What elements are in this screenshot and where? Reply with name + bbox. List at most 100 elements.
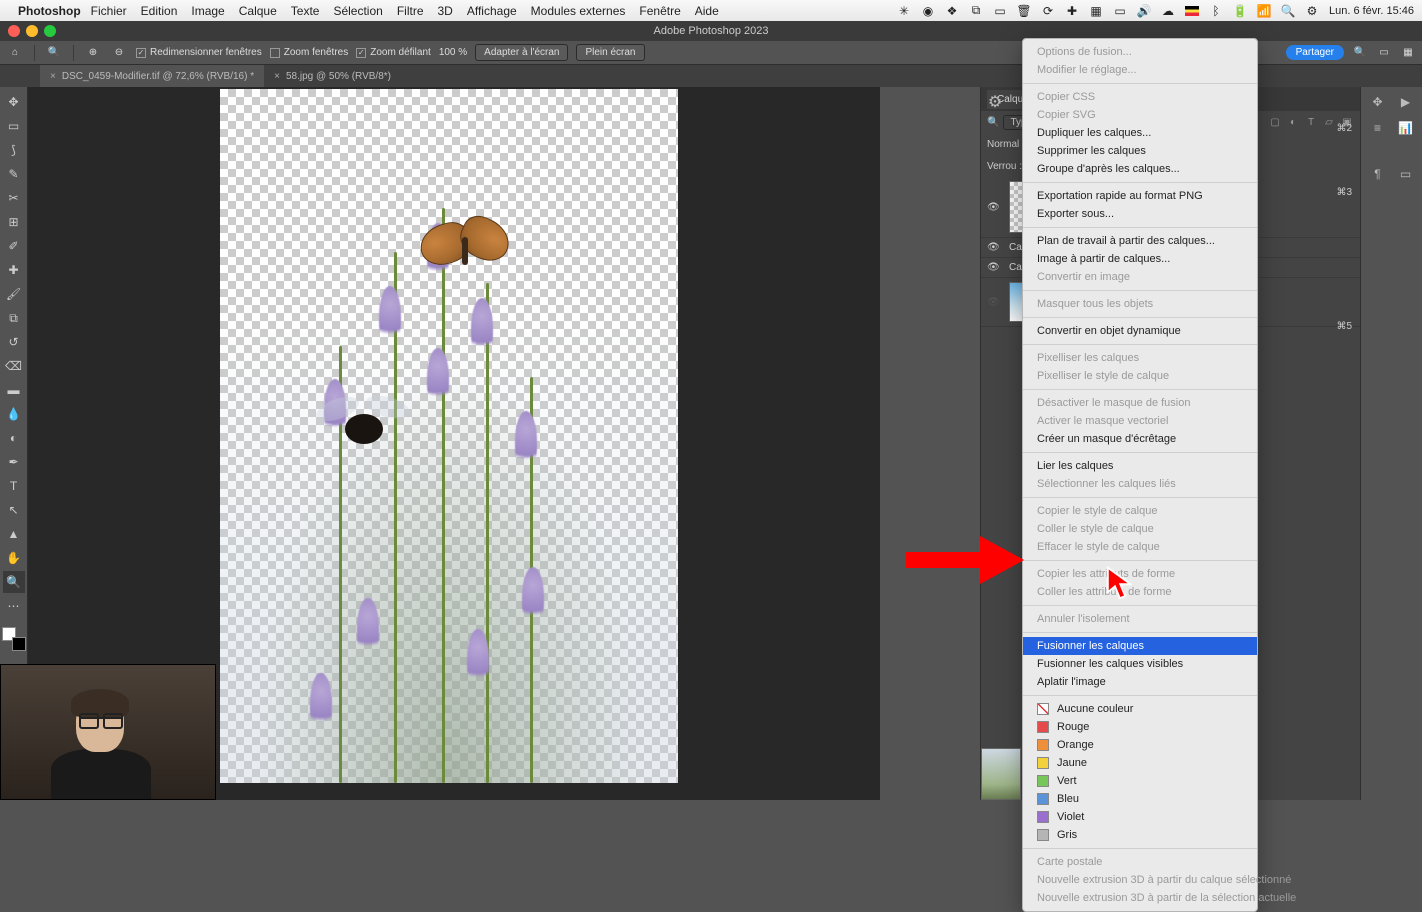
brush-tool-icon[interactable]: 🖌 [3,283,25,305]
menu-edition[interactable]: Edition [141,4,178,18]
status-icon-10[interactable]: ▭ [1113,4,1127,18]
menu-item-color-none[interactable]: Aucune couleur [1023,700,1257,718]
resize-windows-checkbox[interactable]: ✓Redimensionner fenêtres [136,47,262,58]
fit-screen-button[interactable]: Adapter à l'écran [475,44,568,61]
close-tab-icon[interactable]: × [50,71,56,82]
control-center-icon[interactable]: ⚙ [1305,4,1319,18]
move-tool-icon[interactable]: ✥ [3,91,25,113]
menu-filtre[interactable]: Filtre [397,4,424,18]
menu-3d[interactable]: 3D [438,4,453,18]
menu-item-image-from[interactable]: Image à partir de calques... [1023,250,1257,268]
background-color[interactable] [12,637,26,651]
menu-selection[interactable]: Sélection [333,4,382,18]
full-screen-button[interactable]: Plein écran [576,44,644,61]
menu-item-color-green[interactable]: Vert [1023,772,1257,790]
battery-icon[interactable]: 🔋 [1233,4,1247,18]
menu-aide[interactable]: Aide [695,4,719,18]
menu-item-merge-visible[interactable]: Fusionner les calques visibles [1023,655,1257,673]
wifi-icon[interactable]: 📶 [1257,4,1271,18]
menu-item-export-png[interactable]: Exportation rapide au format PNG [1023,187,1257,205]
marquee-tool-icon[interactable]: ▭ [3,115,25,137]
status-icon-11[interactable]: ☁ [1161,4,1175,18]
eraser-tool-icon[interactable]: ⌫ [3,355,25,377]
menu-item-group[interactable]: Groupe d'après les calques... [1023,160,1257,178]
menu-item-merge-layers[interactable]: Fusionner les calques [1023,637,1257,655]
path-select-tool-icon[interactable]: ↖ [3,499,25,521]
color-swatches[interactable] [2,627,26,651]
status-icon-5[interactable]: ▭ [993,4,1007,18]
filter-image-icon[interactable]: ▢ [1268,115,1282,129]
menu-item-artboard-from[interactable]: Plan de travail à partir des calques... [1023,232,1257,250]
gradient-tool-icon[interactable]: ▬ [3,379,25,401]
zoom-scroll-checkbox[interactable]: ✓Zoom défilant [356,47,431,58]
menu-item-color-red[interactable]: Rouge [1023,718,1257,736]
type-tool-icon[interactable]: T [3,475,25,497]
workspace-switch-icon[interactable]: ▦ [1400,45,1416,61]
status-icon-3[interactable]: ❖ [945,4,959,18]
menu-fichier[interactable]: Fichier [91,4,127,18]
history-brush-tool-icon[interactable]: ↺ [3,331,25,353]
hand-tool-icon[interactable]: ✋ [3,547,25,569]
menu-item-flatten[interactable]: Aplatir l'image [1023,673,1257,691]
quick-select-tool-icon[interactable]: ✎ [3,163,25,185]
menu-item-link[interactable]: Lier les calques [1023,457,1257,475]
search-panel-icon[interactable]: 🔍 [1352,45,1368,61]
adjustments-icon[interactable]: ⚙ [984,91,1006,113]
shape-tool-icon[interactable]: ▲ [3,523,25,545]
menu-image[interactable]: Image [191,4,224,18]
visibility-toggle-icon[interactable]: 👁 [987,202,1001,213]
status-icon-1[interactable]: ✳ [897,4,911,18]
menu-modules[interactable]: Modules externes [531,4,626,18]
app-name[interactable]: Photoshop [18,4,81,18]
menu-item-color-violet[interactable]: Violet [1023,808,1257,826]
volume-icon[interactable]: 🔊 [1137,4,1151,18]
menu-fenetre[interactable]: Fenêtre [639,4,680,18]
close-tab-icon[interactable]: × [274,71,280,82]
filter-type-icon[interactable]: T [1304,115,1318,129]
pen-tool-icon[interactable]: ✒ [3,451,25,473]
menu-item-color-orange[interactable]: Orange [1023,736,1257,754]
menu-item-export-as[interactable]: Exporter sous... [1023,205,1257,223]
zoom-windows-checkbox[interactable]: Zoom fenêtres [270,47,348,58]
histogram-icon[interactable]: 📊 [1393,117,1419,139]
panel-icon[interactable]: ▭ [1393,163,1419,185]
zoom-100-button[interactable]: 100 % [439,47,467,58]
crop-tool-icon[interactable]: ✂ [3,187,25,209]
status-icon-8[interactable]: ✚ [1065,4,1079,18]
flag-icon[interactable] [1185,6,1199,16]
maximize-window-icon[interactable] [44,25,56,37]
menu-affichage[interactable]: Affichage [467,4,517,18]
close-window-icon[interactable] [8,25,20,37]
zoom-tool-icon[interactable]: 🔍 [45,44,63,62]
menu-item-color-blue[interactable]: Bleu [1023,790,1257,808]
blur-tool-icon[interactable]: 💧 [3,403,25,425]
home-icon[interactable]: ⌂ [6,44,24,62]
share-button[interactable]: Partager [1286,45,1344,60]
status-icon-4[interactable]: ⧉ [969,4,983,18]
zoom-tool-icon[interactable]: 🔍 [3,571,25,593]
bluetooth-icon[interactable]: ᛒ [1209,4,1223,18]
menu-item-color-yellow[interactable]: Jaune [1023,754,1257,772]
visibility-toggle-icon[interactable]: 👁 [987,242,1001,253]
menu-item-delete[interactable]: Supprimer les calques [1023,142,1257,160]
menubar-clock[interactable]: Lun. 6 févr. 15:46 [1329,5,1414,17]
dodge-tool-icon[interactable]: ◐ [3,427,25,449]
zoom-in-icon[interactable]: ⊕ [84,44,102,62]
menu-item-color-gray[interactable]: Gris [1023,826,1257,844]
status-icon-6[interactable]: 🗑 [1017,4,1031,18]
minimize-window-icon[interactable] [26,25,38,37]
menu-item-clip-mask[interactable]: Créer un masque d'écrêtage [1023,430,1257,448]
menu-calque[interactable]: Calque [239,4,277,18]
frame-tool-icon[interactable]: ⊞ [3,211,25,233]
transform-panel-icon[interactable]: ✥ [1365,91,1391,113]
eyedropper-tool-icon[interactable]: ✐ [3,235,25,257]
lasso-tool-icon[interactable]: ⟆ [3,139,25,161]
menu-item-duplicate[interactable]: Dupliquer les calques... [1023,124,1257,142]
edit-toolbar-icon[interactable]: ⋯ [3,595,25,617]
healing-tool-icon[interactable]: ✚ [3,259,25,281]
document-tab-2[interactable]: × 58.jpg @ 50% (RVB/8*) [264,65,401,87]
paragraph-panel-icon[interactable]: ¶ [1365,163,1391,185]
stamp-tool-icon[interactable]: ⧉ [3,307,25,329]
zoom-out-icon[interactable]: ⊖ [110,44,128,62]
menu-item-smart-object[interactable]: Convertir en objet dynamique [1023,322,1257,340]
